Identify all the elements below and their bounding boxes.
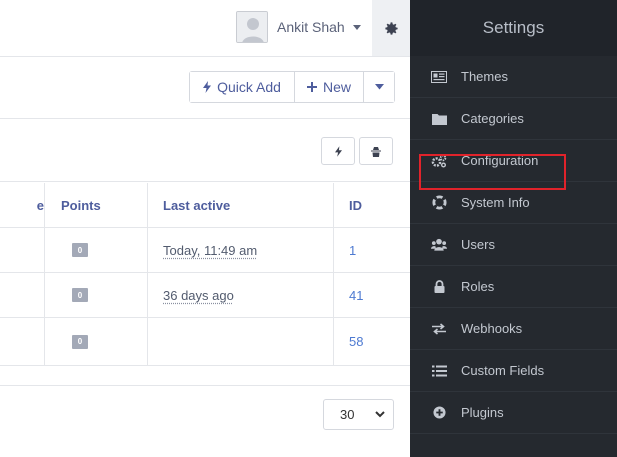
table-header-row: e Points Last active ID (0, 183, 410, 228)
new-label: New (322, 79, 351, 95)
cogs-icon (431, 153, 447, 169)
anonymous-filter-button[interactable] (359, 137, 393, 165)
more-options-button[interactable] (364, 72, 394, 102)
points-badge: 0 (72, 243, 88, 257)
username: Ankit Shah (277, 19, 345, 35)
chevron-down-icon (375, 411, 385, 418)
users-icon (431, 237, 447, 253)
sidebar-item-label: Themes (461, 69, 508, 84)
list-icon (431, 363, 447, 379)
sidebar-item-label: Plugins (461, 405, 504, 420)
quick-add-button[interactable]: Quick Add (190, 72, 295, 102)
id-cell: 58 (334, 318, 410, 365)
points-cell: 0 (45, 318, 148, 365)
id-cell: 1 (334, 228, 410, 272)
sidebar-item-label: Custom Fields (461, 363, 545, 378)
main-content: Ankit Shah Quick Add New e Points Last a… (0, 0, 410, 457)
sidebar-item-roles[interactable]: Roles (410, 266, 617, 308)
bolt-icon (334, 145, 342, 157)
per-page-select[interactable]: 30 (323, 399, 394, 430)
plus-circle-icon (431, 405, 447, 421)
sidebar-item-custom-fields[interactable]: Custom Fields (410, 350, 617, 392)
life-ring-icon (431, 195, 447, 211)
table-cell (0, 228, 45, 272)
sidebar-item-label: Configuration (461, 153, 539, 168)
last-active-cell (148, 318, 334, 365)
table-row[interactable]: 0 36 days ago 41 (0, 273, 410, 318)
sidebar-item-themes[interactable]: Themes (410, 56, 617, 98)
new-button[interactable]: New (295, 72, 364, 102)
plus-icon (306, 82, 317, 92)
table-cell (0, 318, 45, 365)
gear-icon (384, 21, 398, 35)
settings-sidebar: Settings Themes Categories Configuration… (410, 0, 617, 457)
column-header-id[interactable]: ID (334, 183, 410, 227)
sidebar-item-label: System Info (461, 195, 530, 210)
avatar (236, 11, 268, 43)
table-row[interactable]: 0 58 (0, 318, 410, 366)
user-menu[interactable]: Ankit Shah (236, 11, 361, 43)
folder-icon (431, 111, 447, 127)
last-active-cell: 36 days ago (148, 273, 334, 317)
per-page-value: 30 (340, 407, 355, 422)
settings-gear-button[interactable] (372, 0, 410, 56)
caret-down-icon (352, 24, 361, 30)
points-badge: 0 (72, 288, 88, 302)
id-link[interactable]: 1 (349, 243, 356, 258)
last-active-cell: Today, 11:49 am (148, 228, 334, 272)
newspaper-icon (431, 69, 447, 85)
sidebar-item-label: Webhooks (461, 321, 523, 336)
caret-down-icon (374, 84, 384, 90)
sidebar-item-plugins[interactable]: Plugins (410, 392, 617, 434)
quick-add-label: Quick Add (217, 79, 281, 95)
sidebar-item-label: Roles (461, 279, 495, 294)
id-link[interactable]: 58 (349, 334, 363, 349)
column-header-truncated[interactable]: e (0, 183, 45, 227)
sidebar-item-webhooks[interactable]: Webhooks (410, 308, 617, 350)
lock-icon (431, 279, 447, 295)
points-badge: 0 (72, 334, 88, 349)
users-table: e Points Last active ID 0 Today, 11:49 a… (0, 183, 410, 366)
toolbar: Quick Add New (0, 57, 410, 119)
user-secret-icon (371, 146, 381, 157)
column-header-last-active[interactable]: Last active (148, 183, 334, 227)
batch-actions-button[interactable] (321, 137, 355, 165)
id-link[interactable]: 41 (349, 288, 363, 303)
last-active-value: Today, 11:49 am (163, 242, 258, 258)
sidebar-title: Settings (410, 0, 617, 56)
sidebar-item-label: Categories (461, 111, 524, 126)
table-cell (0, 273, 45, 317)
sidebar-item-system-info[interactable]: System Info (410, 182, 617, 224)
column-header-points[interactable]: Points (45, 183, 148, 227)
action-button-group: Quick Add New (189, 71, 395, 103)
points-cell: 0 (45, 273, 148, 317)
filter-bar (0, 120, 410, 182)
last-active-value: 36 days ago (163, 287, 234, 303)
sidebar-item-label: Users (461, 237, 495, 252)
sidebar-item-categories[interactable]: Categories (410, 98, 617, 140)
sidebar-item-configuration[interactable]: Configuration (410, 140, 617, 182)
id-cell: 41 (334, 273, 410, 317)
table-row[interactable]: 0 Today, 11:49 am 1 (0, 228, 410, 273)
user-silhouette-icon (237, 12, 267, 42)
pagination-bar: 30 (0, 385, 410, 457)
exchange-icon (431, 321, 447, 337)
points-cell: 0 (45, 228, 148, 272)
bolt-icon (203, 81, 212, 93)
sidebar-item-users[interactable]: Users (410, 224, 617, 266)
top-bar: Ankit Shah (0, 0, 410, 57)
